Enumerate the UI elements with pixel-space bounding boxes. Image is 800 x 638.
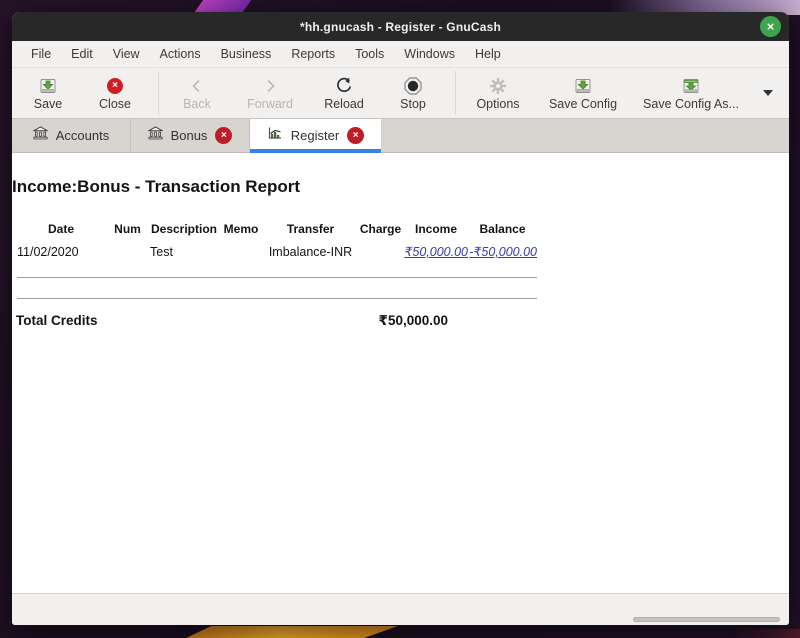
save-button[interactable]: Save: [18, 70, 78, 116]
menu-file[interactable]: File: [21, 43, 61, 65]
menu-actions[interactable]: Actions: [150, 43, 211, 65]
col-header-description: Description: [150, 217, 218, 240]
tab-accounts-label: Accounts: [56, 128, 109, 143]
window-close-button[interactable]: ×: [760, 16, 781, 37]
chevron-left-icon: [187, 76, 207, 96]
menu-business[interactable]: Business: [211, 43, 282, 65]
cell-num: [105, 240, 150, 263]
save-config-as-label: Save Config As...: [643, 97, 739, 111]
tab-bonus-close-button[interactable]: ×: [215, 127, 232, 144]
total-credits-value: ₹50,000.00: [312, 313, 448, 329]
close-report-button[interactable]: × Close: [85, 70, 145, 116]
menu-tools[interactable]: Tools: [345, 43, 394, 65]
table-header-row: Date Num Description Memo Transfer Charg…: [17, 217, 537, 240]
col-header-transfer: Transfer: [264, 217, 357, 240]
forward-button-label: Forward: [247, 97, 293, 111]
menu-view[interactable]: View: [103, 43, 150, 65]
wallpaper-orange-wedge: [186, 626, 398, 638]
cell-charge: [357, 240, 404, 263]
balance-amount-link[interactable]: -₹50,000.00: [469, 245, 537, 259]
reload-button[interactable]: Reload: [314, 70, 374, 116]
stop-button-label: Stop: [400, 97, 426, 111]
back-button-label: Back: [183, 97, 211, 111]
col-header-date: Date: [17, 217, 105, 240]
toolbar-overflow-arrow[interactable]: [763, 90, 773, 96]
menu-help[interactable]: Help: [465, 43, 511, 65]
forward-button[interactable]: Forward: [240, 70, 300, 116]
tab-register-label: Register: [291, 128, 339, 143]
transaction-table: Date Num Description Memo Transfer Charg…: [17, 217, 537, 263]
reload-button-label: Reload: [324, 97, 364, 111]
col-header-charge: Charge: [357, 217, 404, 240]
tab-accounts[interactable]: Accounts: [12, 119, 131, 152]
close-button-label: Close: [99, 97, 131, 111]
save-button-label: Save: [34, 97, 63, 111]
gear-icon: [488, 76, 508, 96]
report-title: Income:Bonus - Transaction Report: [12, 177, 300, 197]
toolbar: Save × Close Back Forward: [12, 68, 789, 118]
cell-income: ₹50,000.00: [404, 240, 468, 263]
options-button-label: Options: [476, 97, 519, 111]
menu-windows[interactable]: Windows: [394, 43, 465, 65]
bank-icon: [148, 126, 163, 145]
tab-bonus[interactable]: Bonus ×: [131, 119, 250, 152]
save-icon: [573, 76, 593, 96]
reload-icon: [334, 76, 354, 96]
total-separator-rule: [17, 277, 537, 278]
cell-description: Test: [150, 240, 218, 263]
save-icon: [38, 76, 58, 96]
cell-transfer: Imbalance-INR: [264, 240, 357, 263]
statusbar: [12, 593, 789, 625]
horizontal-scrollbar[interactable]: [633, 617, 780, 622]
income-amount-link[interactable]: ₹50,000.00: [404, 245, 468, 259]
col-header-num: Num: [105, 217, 150, 240]
stop-button[interactable]: Stop: [383, 70, 443, 116]
total-credits-label: Total Credits: [16, 313, 98, 328]
total-separator-rule: [17, 298, 537, 299]
chart-icon: [267, 126, 283, 145]
save-config-label: Save Config: [549, 97, 617, 111]
tabbar: Accounts Bonus ×: [12, 118, 789, 153]
menu-edit[interactable]: Edit: [61, 43, 103, 65]
col-header-income: Income: [404, 217, 468, 240]
titlebar: *hh.gnucash - Register - GnuCash ×: [12, 12, 789, 41]
table-row: 11/02/2020 Test Imbalance-INR ₹50,000.00…: [17, 240, 537, 263]
col-header-balance: Balance: [468, 217, 537, 240]
cell-date: 11/02/2020: [17, 240, 105, 263]
col-header-memo: Memo: [218, 217, 264, 240]
close-icon: ×: [767, 20, 775, 33]
tab-register[interactable]: Register ×: [250, 119, 381, 152]
tab-register-close-button[interactable]: ×: [347, 127, 364, 144]
gnucash-window: *hh.gnucash - Register - GnuCash × File …: [12, 12, 789, 625]
save-config-button[interactable]: Save Config: [533, 70, 633, 116]
cell-balance: -₹50,000.00: [468, 240, 537, 263]
tab-bonus-label: Bonus: [171, 128, 208, 143]
save-as-icon: [681, 76, 701, 96]
cell-memo: [218, 240, 264, 263]
wallpaper-red-corner: [730, 629, 800, 638]
menubar: File Edit View Actions Business Reports …: [12, 41, 789, 68]
report-view: Income:Bonus - Transaction Report Date N…: [12, 153, 789, 593]
options-button[interactable]: Options: [468, 70, 528, 116]
close-circle-icon: ×: [105, 76, 125, 96]
back-button[interactable]: Back: [167, 70, 227, 116]
bank-icon: [33, 126, 48, 145]
menu-reports[interactable]: Reports: [281, 43, 345, 65]
window-title: *hh.gnucash - Register - GnuCash: [300, 20, 501, 34]
stop-icon: [403, 76, 423, 96]
toolbar-separator: [455, 71, 456, 115]
chevron-right-icon: [260, 76, 280, 96]
toolbar-separator: [158, 71, 159, 115]
save-config-as-button[interactable]: Save Config As...: [633, 70, 749, 116]
